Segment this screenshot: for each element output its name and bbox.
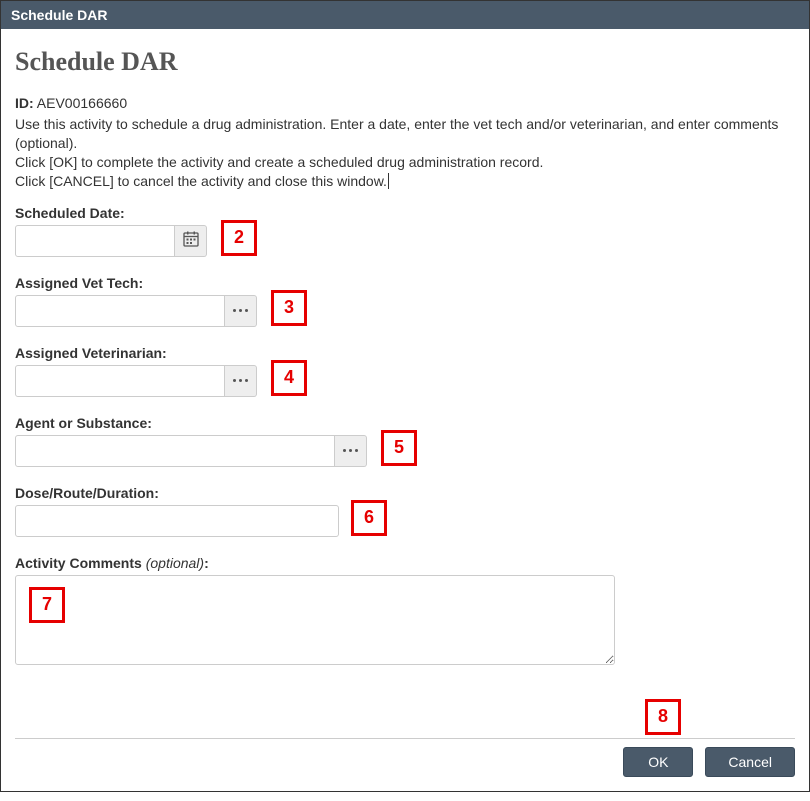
callout-4: 4	[271, 360, 307, 396]
ellipsis-icon	[233, 379, 248, 382]
id-line: ID: AEV00166660	[15, 95, 795, 111]
field-comments: Activity Comments (optional): 7	[15, 555, 795, 668]
field-dose: Dose/Route/Duration: 6	[15, 485, 795, 537]
dose-input[interactable]	[15, 505, 339, 537]
ok-button[interactable]: OK	[623, 747, 693, 777]
ellipsis-icon	[233, 309, 248, 312]
instructions-line-1: Use this activity to schedule a drug adm…	[15, 115, 795, 153]
page-heading: Schedule DAR	[15, 47, 795, 77]
id-label: ID:	[15, 95, 34, 111]
vet-tech-input[interactable]	[15, 295, 225, 327]
comments-label: Activity Comments (optional):	[15, 555, 795, 571]
id-value: AEV00166660	[37, 95, 127, 111]
comments-textarea[interactable]	[15, 575, 615, 665]
callout-5: 5	[381, 430, 417, 466]
text-cursor	[388, 173, 389, 189]
ellipsis-icon	[343, 449, 358, 452]
agent-lookup-button[interactable]	[335, 435, 367, 467]
instructions-line-2: Click [OK] to complete the activity and …	[15, 153, 795, 172]
instructions: Use this activity to schedule a drug adm…	[15, 115, 795, 191]
cancel-button[interactable]: Cancel	[705, 747, 795, 777]
callout-8: 8	[645, 699, 681, 735]
veterinarian-lookup-button[interactable]	[225, 365, 257, 397]
veterinarian-input[interactable]	[15, 365, 225, 397]
scheduled-date-picker-button[interactable]	[175, 225, 207, 257]
footer-separator	[15, 738, 795, 739]
callout-2: 2	[221, 220, 257, 256]
footer: 8 OK Cancel	[1, 747, 809, 791]
callout-6: 6	[351, 500, 387, 536]
field-vet-tech: Assigned Vet Tech: 3	[15, 275, 795, 327]
window-titlebar: Schedule DAR	[1, 1, 809, 29]
content-area: Schedule DAR ID: AEV00166660 Use this ac…	[1, 29, 809, 739]
veterinarian-label: Assigned Veterinarian:	[15, 345, 795, 361]
vet-tech-lookup-button[interactable]	[225, 295, 257, 327]
callout-7: 7	[29, 587, 65, 623]
window-title: Schedule DAR	[11, 7, 107, 23]
callout-3: 3	[271, 290, 307, 326]
scheduled-date-label: Scheduled Date:	[15, 205, 795, 221]
scheduled-date-input[interactable]	[15, 225, 175, 257]
field-veterinarian: Assigned Veterinarian: 4	[15, 345, 795, 397]
field-scheduled-date: Scheduled Date: 2	[15, 205, 795, 257]
agent-input[interactable]	[15, 435, 335, 467]
agent-label: Agent or Substance:	[15, 415, 795, 431]
dose-label: Dose/Route/Duration:	[15, 485, 795, 501]
field-agent: Agent or Substance: 5	[15, 415, 795, 467]
vet-tech-label: Assigned Vet Tech:	[15, 275, 795, 291]
calendar-icon	[183, 231, 199, 250]
instructions-line-3: Click [CANCEL] to cancel the activity an…	[15, 172, 795, 191]
